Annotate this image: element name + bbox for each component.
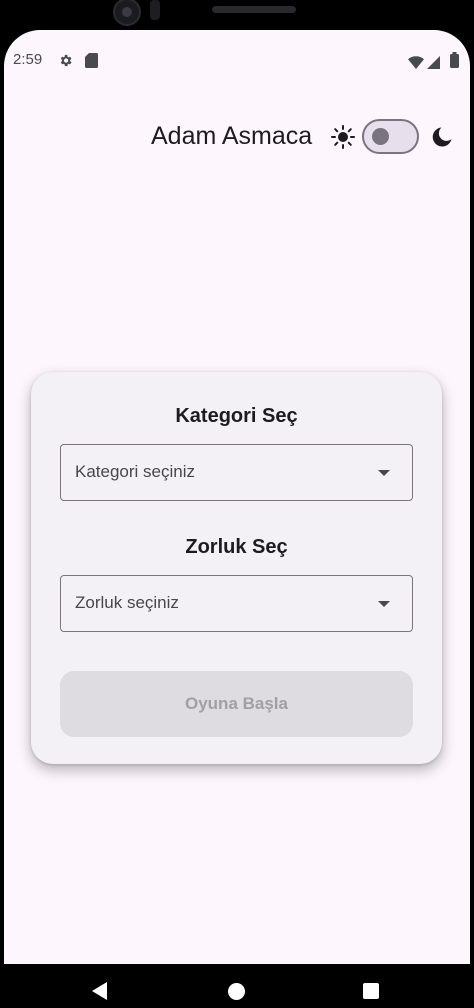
difficulty-dropdown[interactable]: Zorluk seçiniz <box>60 575 413 632</box>
difficulty-placeholder: Zorluk seçiniz <box>75 593 179 612</box>
sd-card-icon <box>85 53 98 72</box>
phone-device: 2:59 Adam Asmaca Kategori Seç Kategori s… <box>0 0 474 1008</box>
front-camera <box>113 0 141 26</box>
status-time: 2:59 <box>13 51 43 68</box>
category-dropdown[interactable]: Kategori seçiniz <box>60 444 413 501</box>
navigation-bar <box>0 964 474 1008</box>
app-title: Adam Asmaca <box>151 122 313 150</box>
signal-icon <box>427 54 440 73</box>
moon-icon <box>431 126 453 152</box>
home-icon[interactable] <box>228 983 245 1000</box>
earpiece-speaker <box>212 6 296 13</box>
difficulty-title: Zorluk Seç <box>185 536 288 558</box>
start-game-button[interactable]: Oyuna Başla <box>60 671 413 737</box>
game-setup-card: Kategori Seç Kategori seçiniz Zorluk Seç… <box>31 372 442 764</box>
category-title: Kategori Seç <box>175 405 298 427</box>
status-bar: 2:59 <box>4 48 470 74</box>
back-icon[interactable] <box>92 982 107 1000</box>
toggle-knob <box>372 128 389 145</box>
wifi-icon <box>408 54 424 73</box>
settings-icon <box>58 53 73 72</box>
proximity-sensor <box>150 0 160 20</box>
app-screen: 2:59 Adam Asmaca Kategori Seç Kategori s… <box>4 30 470 964</box>
category-placeholder: Kategori seçiniz <box>75 462 196 481</box>
battery-icon <box>450 52 459 72</box>
recents-icon[interactable] <box>363 983 379 999</box>
camera-bezel <box>0 0 474 30</box>
theme-toggle-switch[interactable] <box>362 119 419 154</box>
chevron-down-icon <box>378 601 390 607</box>
sun-icon <box>330 124 356 154</box>
chevron-down-icon <box>378 470 390 476</box>
